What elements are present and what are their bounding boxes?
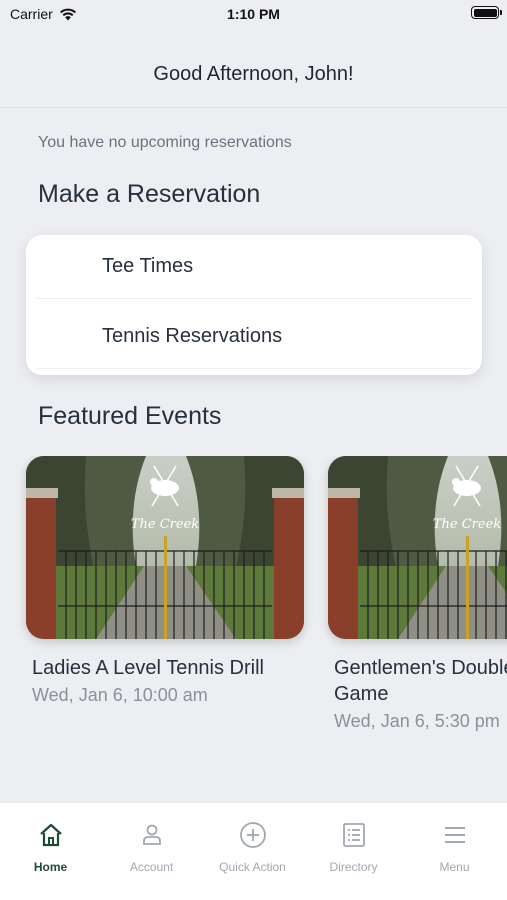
header: Good Afternoon, John! <box>0 30 507 108</box>
home-icon <box>39 823 62 847</box>
event-image: The Creek <box>328 456 507 639</box>
event-image-caption: The Creek <box>433 517 501 532</box>
event-date: Wed, Jan 6, 5:30 pm <box>334 711 500 731</box>
event-date: Wed, Jan 6, 10:00 am <box>32 685 208 705</box>
tab-directory[interactable]: Directory <box>303 821 404 874</box>
tab-label: Directory <box>329 860 378 874</box>
event-image-caption: The Creek <box>131 517 199 532</box>
tab-quick-action[interactable]: Quick Action <box>202 821 303 874</box>
tee-times-label: Tee Times <box>102 255 194 277</box>
tab-account[interactable]: Account <box>101 821 202 874</box>
events-carousel[interactable]: The Creek Ladies A Level Tennis Drill We… <box>0 456 507 756</box>
plus-circle-icon <box>239 822 266 848</box>
divider <box>36 368 472 369</box>
reservation-card: Tee Times Tennis Reservations <box>26 235 482 375</box>
event-image: The Creek <box>26 456 304 639</box>
tab-label: Home <box>33 860 68 874</box>
hamburger-icon <box>444 827 465 843</box>
tab-menu[interactable]: Menu <box>404 821 505 874</box>
no-reservations-message: You have no upcoming reservations <box>38 134 292 151</box>
tab-label: Quick Action <box>219 860 286 874</box>
tab-home[interactable]: Home <box>0 821 101 874</box>
event-card[interactable]: The Creek Ladies A Level Tennis Drill We… <box>26 456 306 706</box>
person-icon <box>142 824 161 845</box>
list-icon <box>342 823 365 847</box>
tennis-reservations-item[interactable]: Tennis Reservations <box>26 305 482 368</box>
page-title: Good Afternoon, John! <box>153 63 354 85</box>
event-title: Ladies A Level Tennis Drill <box>32 657 264 679</box>
tab-label: Menu <box>439 860 470 874</box>
event-title: Gentlemen's Doubles Game <box>334 657 507 705</box>
event-card[interactable]: The Creek Gentlemen's Doubles Game Wed, … <box>328 456 507 732</box>
status-right <box>471 6 502 19</box>
tab-bar: Home Account Quick Action Directory Menu <box>0 802 507 900</box>
tab-label: Account <box>129 860 174 874</box>
tennis-reservations-label: Tennis Reservations <box>102 325 283 347</box>
make-reservation-heading: Make a Reservation <box>38 180 261 208</box>
divider <box>36 298 472 299</box>
featured-events-heading: Featured Events <box>38 402 222 430</box>
status-time: 1:10 PM <box>227 6 280 22</box>
battery-icon <box>471 6 502 19</box>
status-bar: Carrier 1:10 PM <box>0 0 507 30</box>
tee-times-item[interactable]: Tee Times <box>26 235 482 298</box>
